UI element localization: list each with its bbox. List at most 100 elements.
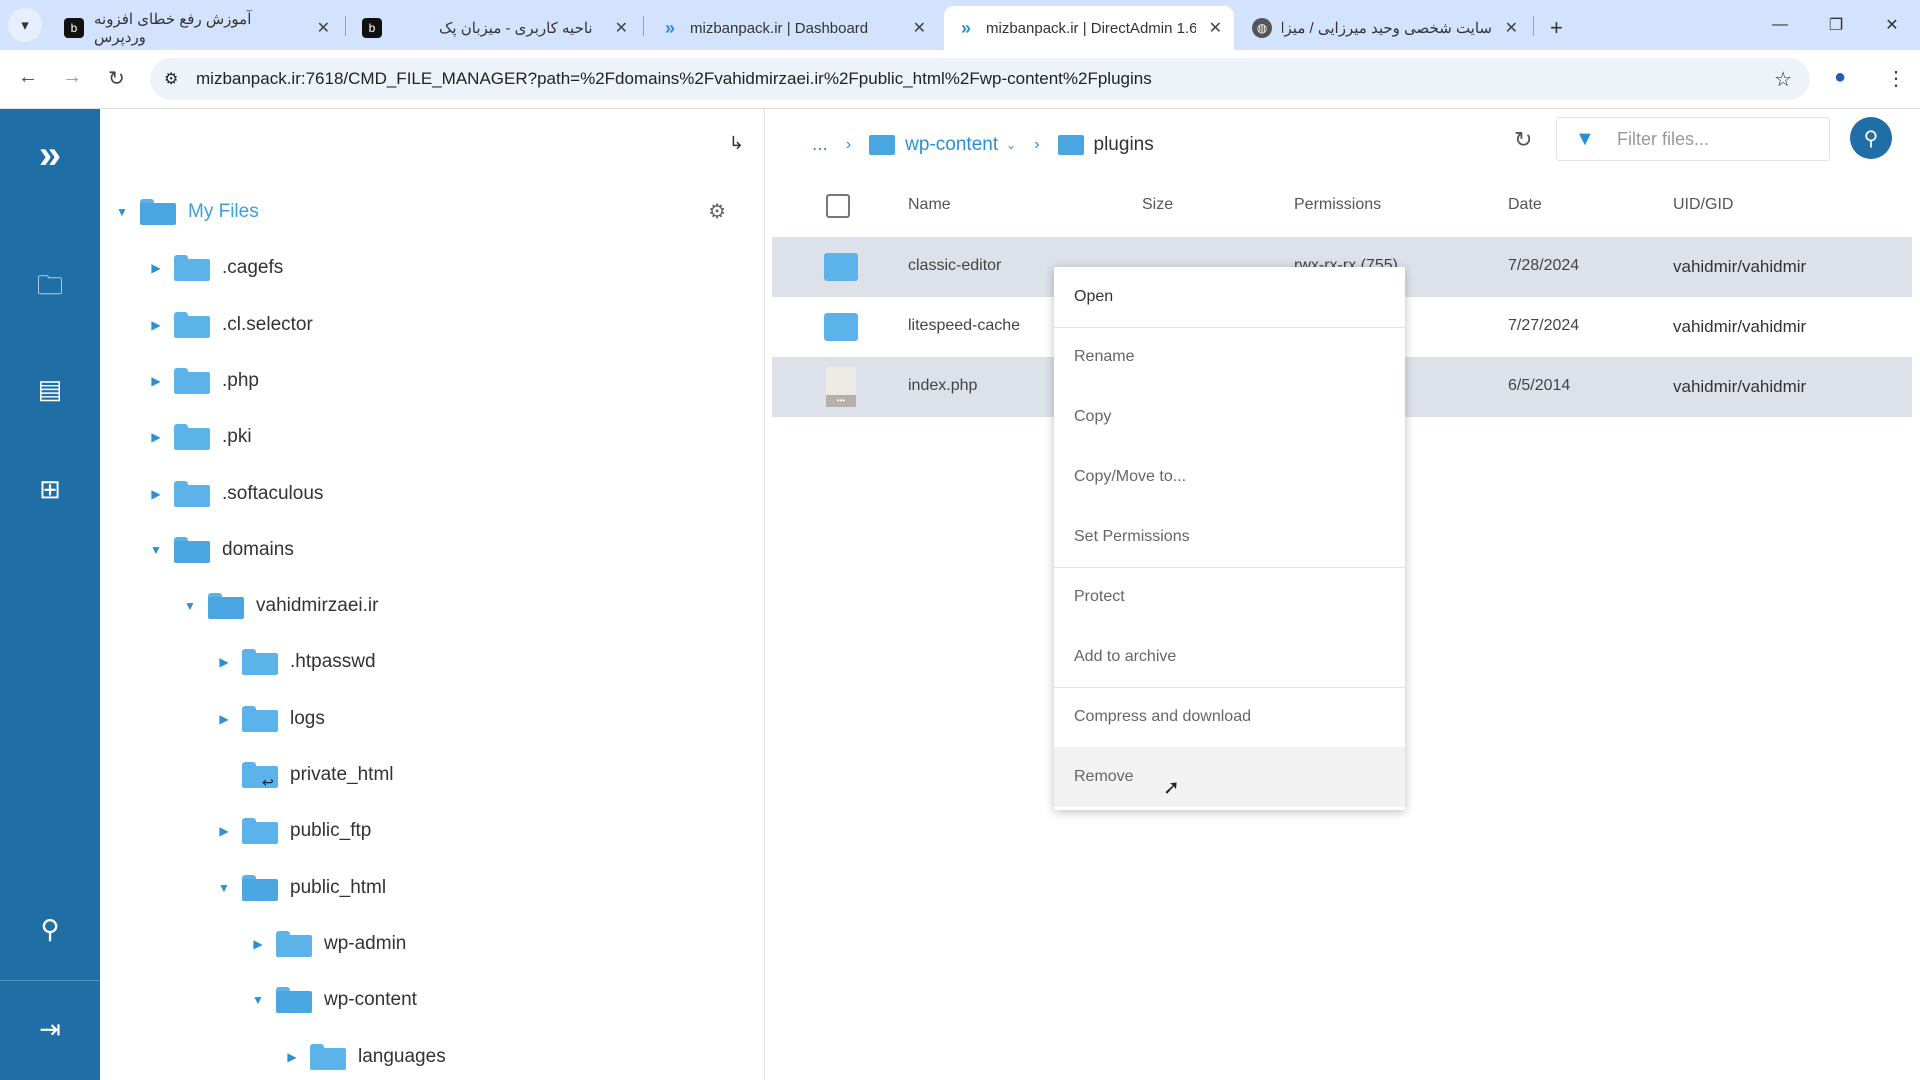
caret-down-icon[interactable]: ▼ bbox=[146, 543, 166, 557]
caret-right-icon[interactable]: ▶ bbox=[214, 824, 234, 838]
tab-3-active[interactable]: » mizbanpack.ir | DirectAdmin 1.6 ✕ bbox=[944, 6, 1234, 50]
gear-icon[interactable]: ⚙ bbox=[708, 199, 726, 224]
refresh-icon[interactable]: ↻ bbox=[1514, 127, 1532, 153]
profile-icon[interactable]: ● bbox=[1834, 66, 1846, 89]
caret-right-icon[interactable]: ▶ bbox=[146, 318, 166, 332]
close-icon[interactable]: ✕ bbox=[317, 18, 330, 38]
caret-down-icon[interactable]: ▼ bbox=[248, 993, 268, 1007]
tree-item[interactable]: ▶ .pki bbox=[146, 417, 252, 457]
header-name[interactable]: Name bbox=[908, 196, 951, 214]
settings-sliders-icon[interactable]: ⚲ bbox=[30, 909, 70, 949]
chevron-right-icon: › bbox=[845, 136, 852, 153]
menu-item-compress-and-download[interactable]: Compress and download bbox=[1054, 687, 1405, 747]
collapse-panel-icon[interactable]: ↳ bbox=[729, 133, 744, 154]
menu-item-protect[interactable]: Protect bbox=[1054, 567, 1405, 627]
caret-right-icon[interactable]: ▶ bbox=[146, 487, 166, 501]
menu-item-set-permissions[interactable]: Set Permissions bbox=[1054, 507, 1405, 567]
tree-item[interactable]: ▶ .cl.selector bbox=[146, 305, 313, 345]
menu-item-copy-move-to[interactable]: Copy/Move to... bbox=[1054, 447, 1405, 507]
site-icon: b bbox=[64, 18, 84, 38]
caret-right-icon[interactable]: ▶ bbox=[146, 374, 166, 388]
select-all-checkbox[interactable] bbox=[826, 194, 850, 218]
tree-item[interactable]: ▼ public_html bbox=[214, 868, 386, 908]
restore-button[interactable]: ❐ bbox=[1808, 0, 1864, 50]
close-icon[interactable]: ✕ bbox=[1505, 18, 1518, 38]
caret-right-icon[interactable]: ▶ bbox=[214, 712, 234, 726]
header-size[interactable]: Size bbox=[1142, 196, 1173, 214]
file-manager-icon[interactable]: 🗀 bbox=[30, 269, 70, 309]
globe-icon: ◍ bbox=[1252, 18, 1272, 38]
forward-button[interactable]: → bbox=[62, 66, 82, 89]
tree-item[interactable]: ↩ private_html bbox=[214, 755, 394, 795]
tab-bar: ▾ b آموزش رفع خطای افزونه وردپرس ✕ b ناحیه … bbox=[0, 0, 1920, 50]
menu-item-add-to-archive[interactable]: Add to archive bbox=[1054, 627, 1405, 687]
caret-right-icon[interactable]: ▶ bbox=[146, 430, 166, 444]
tab-2[interactable]: » mizbanpack.ir | Dashboard ✕ bbox=[648, 6, 938, 50]
tree-item[interactable]: ▼ My Files bbox=[112, 192, 259, 232]
cell-uid: vahidmir/vahidmir bbox=[1673, 317, 1807, 336]
tree-item[interactable]: ▶ .softaculous bbox=[146, 474, 323, 514]
close-icon[interactable]: ✕ bbox=[615, 18, 628, 38]
tab-4[interactable]: ◍ سایت شخصی وحید میرزایی / میزا ✕ bbox=[1240, 6, 1530, 50]
directadmin-icon: » bbox=[664, 17, 675, 38]
caret-down-icon[interactable]: ▼ bbox=[214, 881, 234, 895]
tree-item[interactable]: ▶ logs bbox=[214, 699, 325, 739]
close-icon[interactable]: ✕ bbox=[1209, 18, 1222, 38]
chevron-down-icon[interactable]: ⌄ bbox=[1006, 138, 1016, 152]
tree-item[interactable]: ▼ domains bbox=[146, 530, 294, 570]
tree-item[interactable]: ▶ wp-admin bbox=[248, 924, 406, 964]
header-uid[interactable]: UID/GID bbox=[1673, 196, 1733, 214]
header-permissions[interactable]: Permissions bbox=[1294, 196, 1381, 214]
url-bar[interactable]: ⚙ mizbanpack.ir:7618/CMD_FILE_MANAGER?pat… bbox=[150, 58, 1810, 100]
tree-item[interactable]: ▶ public_ftp bbox=[214, 811, 371, 851]
caret-down-icon[interactable]: ▼ bbox=[180, 599, 200, 613]
folder-icon bbox=[174, 311, 210, 338]
caret-right-icon[interactable]: ▶ bbox=[146, 261, 166, 275]
tree-item[interactable]: ▶ .cagefs bbox=[146, 248, 283, 288]
caret-right-icon[interactable]: ▶ bbox=[214, 655, 234, 669]
tree-item[interactable]: ▶ .htpasswd bbox=[214, 642, 376, 682]
breadcrumb-wp-content[interactable]: wp-content bbox=[905, 134, 998, 156]
tree-item[interactable]: ▼ wp-content bbox=[248, 980, 417, 1020]
tab-0[interactable]: b آموزش رفع خطای افزونه وردپرس ✕ bbox=[52, 6, 342, 50]
tab-title: سایت شخصی وحید میرزایی / میزا bbox=[1282, 20, 1492, 37]
window-close-button[interactable]: ✕ bbox=[1864, 0, 1920, 50]
breadcrumb-ellipsis[interactable]: ... bbox=[812, 134, 828, 156]
caret-right-icon[interactable]: ▶ bbox=[282, 1050, 302, 1064]
filter-input[interactable]: ▼ Filter files... bbox=[1556, 117, 1830, 161]
close-icon[interactable]: ✕ bbox=[913, 18, 926, 38]
add-icon[interactable]: ⊞ bbox=[30, 469, 70, 509]
caret-right-icon[interactable]: ▶ bbox=[248, 937, 268, 951]
minimize-button[interactable]: — bbox=[1752, 0, 1808, 50]
header-date[interactable]: Date bbox=[1508, 196, 1542, 214]
tree-item[interactable]: ▼ vahidmirzaei.ir bbox=[180, 586, 378, 626]
tree-item-label: wp-content bbox=[324, 989, 417, 1011]
directadmin-logo[interactable]: » bbox=[30, 133, 70, 177]
tree-item-label: My Files bbox=[188, 201, 259, 222]
tree-item[interactable]: ▶ languages bbox=[282, 1037, 446, 1077]
search-button[interactable]: ⚲ bbox=[1850, 117, 1892, 159]
menu-icon[interactable]: ⋮ bbox=[1886, 66, 1906, 91]
tree-item[interactable]: ▶ .php bbox=[146, 361, 259, 401]
logout-icon[interactable]: ⇥ bbox=[30, 1009, 70, 1049]
url-text: mizbanpack.ir:7618/CMD_FILE_MANAGER?path… bbox=[196, 69, 1152, 88]
tab-title: mizbanpack.ir | Dashboard bbox=[690, 19, 869, 37]
folder-icon bbox=[242, 649, 278, 676]
site-info-icon[interactable]: ⚙ bbox=[164, 69, 178, 89]
folder-icon bbox=[174, 424, 210, 451]
bookmark-star-icon[interactable]: ☆ bbox=[1774, 67, 1792, 92]
caret-down-icon[interactable]: ▼ bbox=[112, 205, 132, 219]
cell-name: classic-editor bbox=[908, 257, 1002, 274]
table-header: Name Size Permissions Date UID/GID bbox=[772, 179, 1912, 233]
document-icon[interactable]: ▤ bbox=[30, 369, 70, 409]
tab-1[interactable]: b ناحیه کاربری - میزبان پک ✕ bbox=[350, 6, 640, 50]
back-button[interactable]: ← bbox=[18, 66, 38, 89]
menu-item-rename[interactable]: Rename bbox=[1054, 327, 1405, 387]
menu-item-remove[interactable]: Remove bbox=[1054, 747, 1405, 807]
tree-item-label: wp-admin bbox=[324, 932, 407, 954]
menu-item-copy[interactable]: Copy bbox=[1054, 387, 1405, 447]
menu-item-open[interactable]: Open bbox=[1054, 267, 1405, 327]
new-tab-button[interactable]: + bbox=[1538, 6, 1575, 50]
tab-search-button[interactable]: ▾ bbox=[8, 8, 42, 42]
reload-button[interactable]: ↻ bbox=[108, 66, 125, 91]
